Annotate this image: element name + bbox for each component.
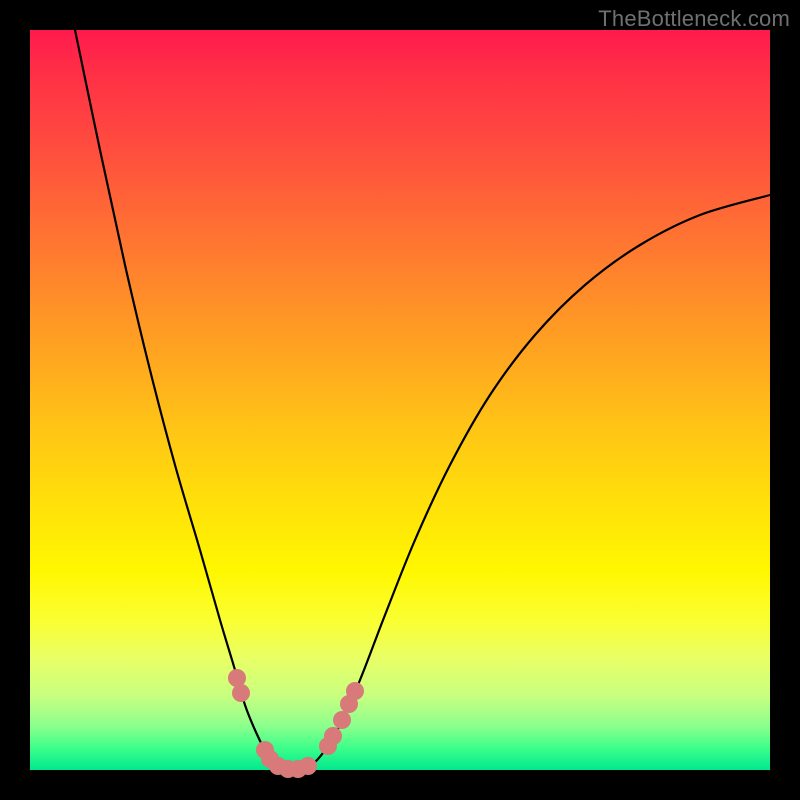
curve-markers: [228, 669, 364, 778]
curve-marker: [324, 727, 342, 745]
curve-line: [75, 30, 770, 769]
curve-marker: [299, 757, 317, 775]
curve-marker: [333, 711, 351, 729]
curve-marker: [232, 684, 250, 702]
plot-area: [30, 30, 770, 770]
chart-frame: TheBottleneck.com: [0, 0, 800, 800]
curve-marker: [346, 682, 364, 700]
chart-svg: [30, 30, 770, 770]
watermark-text: TheBottleneck.com: [598, 6, 790, 32]
